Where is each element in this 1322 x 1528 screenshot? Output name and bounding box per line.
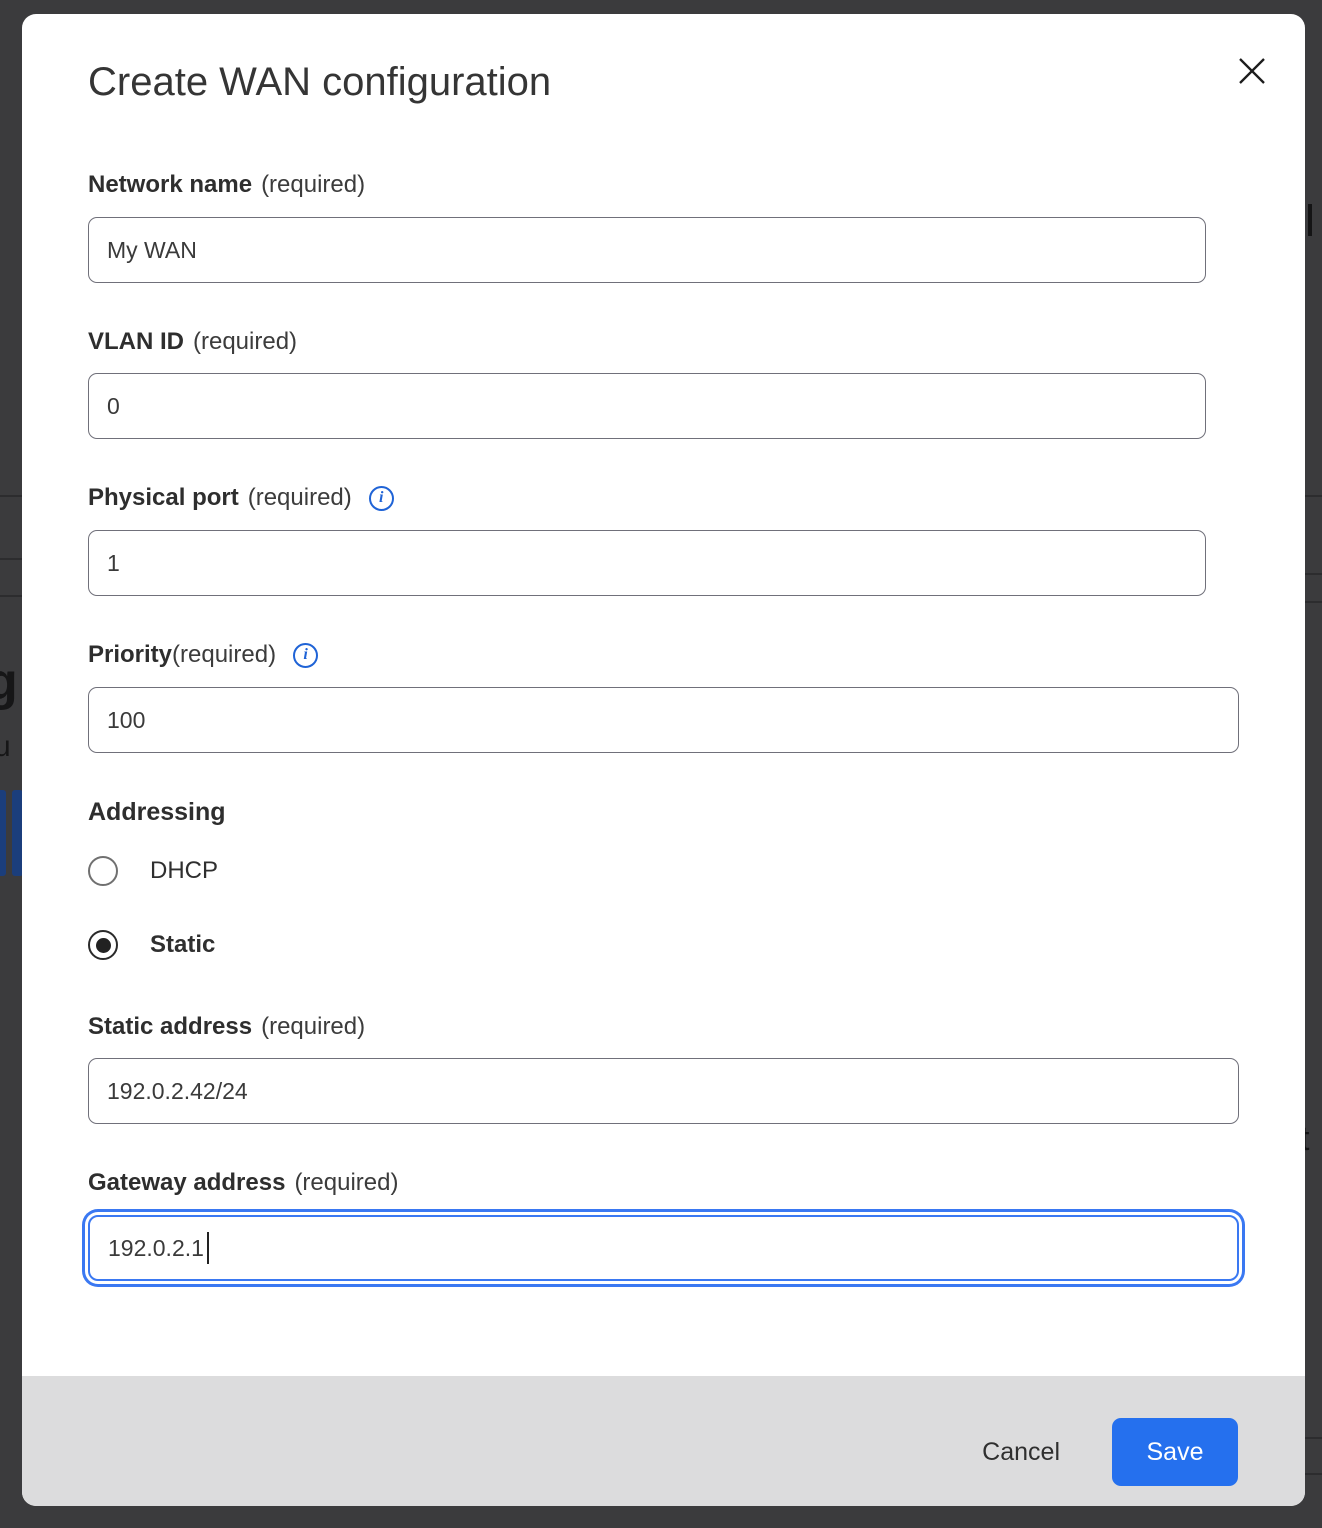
save-button[interactable]: Save xyxy=(1112,1418,1238,1486)
static-address-label: Static address (required) xyxy=(88,1012,1239,1042)
backdrop-table-line xyxy=(1305,495,1322,497)
gateway-address-label: Gateway address (required) xyxy=(88,1168,1239,1198)
backdrop-table-line xyxy=(1305,601,1322,603)
backdrop-table-line xyxy=(0,558,22,560)
cancel-button[interactable]: Cancel xyxy=(968,1428,1074,1477)
priority-input[interactable] xyxy=(88,687,1239,753)
gateway-address-input[interactable]: 192.0.2.1 xyxy=(88,1215,1239,1281)
static-address-input[interactable] xyxy=(88,1058,1239,1124)
radio-label: DHCP xyxy=(150,857,218,885)
backdrop-heading-fragment: g xyxy=(0,652,18,712)
addressing-option-dhcp[interactable]: DHCP xyxy=(88,855,1239,887)
radio-label: Static xyxy=(150,931,215,959)
backdrop-glyph-fragment xyxy=(1308,204,1312,236)
vlan-id-input[interactable] xyxy=(88,373,1206,439)
addressing-heading: Addressing xyxy=(88,797,1239,827)
physical-port-label: Physical port (required) i xyxy=(88,483,1239,513)
vlan-id-label: VLAN ID (required) xyxy=(88,327,1239,357)
backdrop-table-line xyxy=(1305,1437,1322,1439)
info-icon[interactable]: i xyxy=(293,643,318,668)
radio-checked-icon[interactable] xyxy=(88,930,118,960)
priority-label: Priority (required) i xyxy=(88,640,1239,670)
info-icon[interactable]: i xyxy=(369,486,394,511)
network-name-input[interactable] xyxy=(88,217,1206,283)
radio-unchecked-icon[interactable] xyxy=(88,856,118,886)
backdrop-table-line xyxy=(0,595,22,597)
backdrop-table-line xyxy=(1305,573,1322,575)
backdrop-table-line xyxy=(0,495,22,497)
create-wan-configuration-dialog: Create WAN configuration Network name (r… xyxy=(22,14,1305,1506)
backdrop-text-fragment: u xyxy=(0,730,11,764)
backdrop-button-fragment xyxy=(0,790,6,876)
text-cursor xyxy=(207,1232,209,1264)
physical-port-input[interactable] xyxy=(88,530,1206,596)
backdrop-table-line xyxy=(1305,1473,1322,1475)
addressing-option-static[interactable]: Static xyxy=(88,929,1239,961)
gateway-address-value: 192.0.2.1 xyxy=(108,1235,204,1262)
dialog-title: Create WAN configuration xyxy=(88,58,1239,106)
dialog-footer: Cancel Save xyxy=(22,1376,1305,1506)
network-name-label: Network name (required) xyxy=(88,170,1239,200)
